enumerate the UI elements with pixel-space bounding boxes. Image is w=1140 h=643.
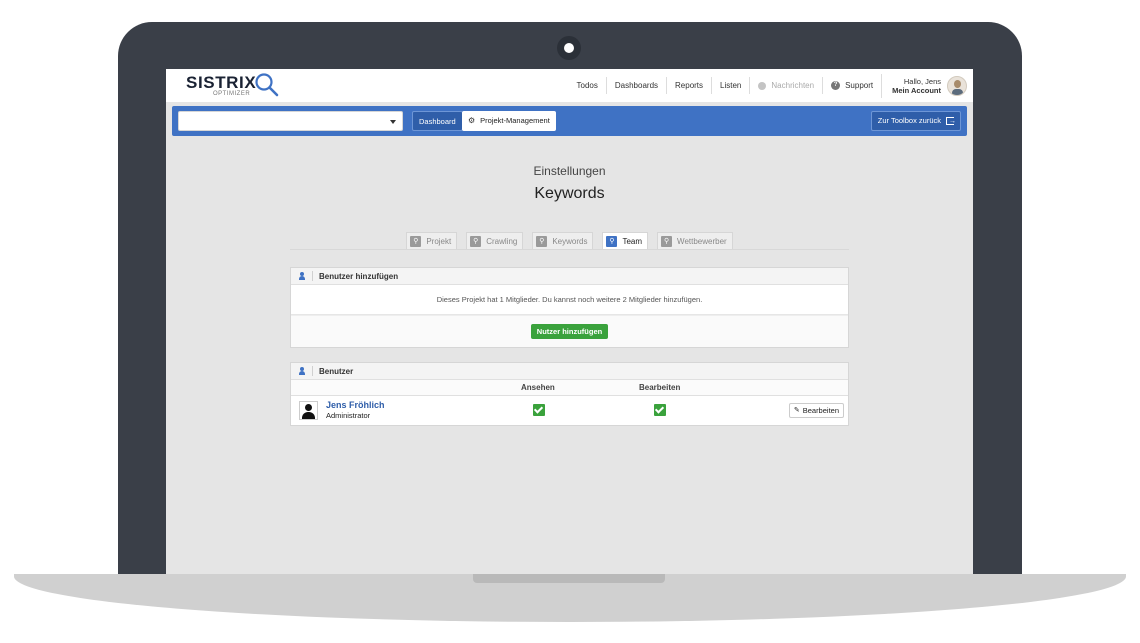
main-nav: Todos Dashboards Reports Listen Nachrich… <box>569 69 973 102</box>
user-avatar-icon <box>299 401 318 420</box>
nav-todos[interactable]: Todos <box>569 77 607 94</box>
search-icon: ⚲ <box>470 235 482 247</box>
view-permission-checkbox[interactable] <box>533 404 545 416</box>
nav-dashboards[interactable]: Dashboards <box>607 77 668 94</box>
user-icon <box>298 272 306 280</box>
edit-permission-checkbox[interactable] <box>654 404 666 416</box>
search-icon: ⚲ <box>410 235 422 247</box>
search-icon: ⚲ <box>661 235 673 247</box>
project-management-button[interactable]: ⚙ Projekt-Management <box>462 111 556 131</box>
tab-keywords[interactable]: ⚲ Keywords <box>532 232 594 249</box>
account-link: Mein Account <box>892 85 941 95</box>
header-divider <box>312 271 313 281</box>
pencil-icon: ✎ <box>793 407 800 414</box>
edit-user-label: Bearbeiten <box>802 406 839 415</box>
nav-listen[interactable]: Listen <box>712 77 751 94</box>
top-header: SISTRIX OPTIMIZER Todos Dashboards Repor… <box>166 69 973 102</box>
page-pre-title: Einstellungen <box>533 164 606 178</box>
nav-support-label: Support <box>845 81 874 90</box>
tab-projekt[interactable]: ⚲ Projekt <box>406 232 458 249</box>
project-select[interactable] <box>178 111 403 131</box>
laptop-notch <box>473 574 665 583</box>
magnifier-icon <box>255 73 279 97</box>
users-card: Benutzer Ansehen Bearbeiten Jens Fröhlic… <box>290 362 849 426</box>
user-name-link[interactable]: Jens Fröhlich <box>326 400 385 410</box>
users-card-header: Benutzer <box>291 363 848 380</box>
bell-icon <box>758 81 767 90</box>
nav-reports[interactable]: Reports <box>667 77 713 94</box>
tab-wettbewerber[interactable]: ⚲ Wettbewerber <box>657 232 733 249</box>
account-text: Hallo, Jens Mein Account <box>892 77 941 95</box>
nav-support[interactable]: ? Support <box>823 77 881 94</box>
exit-icon <box>946 112 956 132</box>
dashboard-button[interactable]: Dashboard <box>412 111 463 131</box>
tab-label: Team <box>622 236 643 246</box>
tab-label: Projekt <box>426 236 452 246</box>
page-title: Keywords <box>534 185 605 202</box>
back-to-toolbox-label: Zur Toolbox zurück <box>877 116 941 125</box>
add-user-button[interactable]: Nutzer hinzufügen <box>530 324 609 339</box>
logo-wordmark: SISTRIX <box>186 73 257 92</box>
caret-down-icon <box>390 120 396 124</box>
nav-messages-label: Nachrichten <box>771 81 815 90</box>
add-user-card-header: Benutzer hinzufügen <box>291 268 848 285</box>
back-to-toolbox-button[interactable]: Zur Toolbox zurück <box>870 111 961 132</box>
user-role: Administrator <box>326 411 371 420</box>
app-screen: SISTRIX OPTIMIZER Todos Dashboards Repor… <box>166 69 973 574</box>
camera-icon <box>557 36 581 60</box>
tab-label: Wettbewerber <box>677 236 727 246</box>
account-menu[interactable]: Hallo, Jens Mein Account <box>881 73 973 98</box>
search-icon: ⚲ <box>536 235 548 247</box>
member-info-text: Dieses Projekt hat 1 Mitglieder. Du kann… <box>291 285 848 315</box>
add-user-heading: Benutzer hinzufügen <box>319 271 399 281</box>
help-icon: ? <box>831 81 841 90</box>
user-icon <box>298 367 306 375</box>
edit-user-button[interactable]: ✎ Bearbeiten <box>788 403 844 418</box>
tab-label: Keywords <box>552 236 588 246</box>
settings-tabs: ⚲ Projekt ⚲ Crawling ⚲ Keywords ⚲ Team ⚲… <box>290 232 849 250</box>
users-table-header: Ansehen Bearbeiten <box>291 380 848 396</box>
add-user-actions: Nutzer hinzufügen <box>291 315 848 347</box>
account-greeting: Hallo, Jens <box>903 76 941 86</box>
project-toolbar: Dashboard ⚙ Projekt-Management Zur Toolb… <box>172 106 967 136</box>
logo-subtitle: OPTIMIZER <box>213 91 251 97</box>
header-divider <box>312 366 313 376</box>
tab-crawling[interactable]: ⚲ Crawling <box>466 232 524 249</box>
nav-messages[interactable]: Nachrichten <box>750 77 824 94</box>
column-header-edit: Bearbeiten <box>639 383 681 392</box>
project-management-label: Projekt-Management <box>480 116 550 125</box>
search-icon: ⚲ <box>606 235 618 247</box>
avatar <box>947 75 967 96</box>
table-row: Jens Fröhlich Administrator ✎ Bearbeiten <box>291 396 848 425</box>
tab-team[interactable]: ⚲ Team <box>602 232 649 249</box>
add-user-card: Benutzer hinzufügen Dieses Projekt hat 1… <box>290 267 849 348</box>
column-header-view: Ansehen <box>521 383 555 392</box>
tab-label: Crawling <box>486 236 518 246</box>
gear-icon: ⚙ <box>468 116 476 125</box>
users-heading: Benutzer <box>319 366 354 376</box>
